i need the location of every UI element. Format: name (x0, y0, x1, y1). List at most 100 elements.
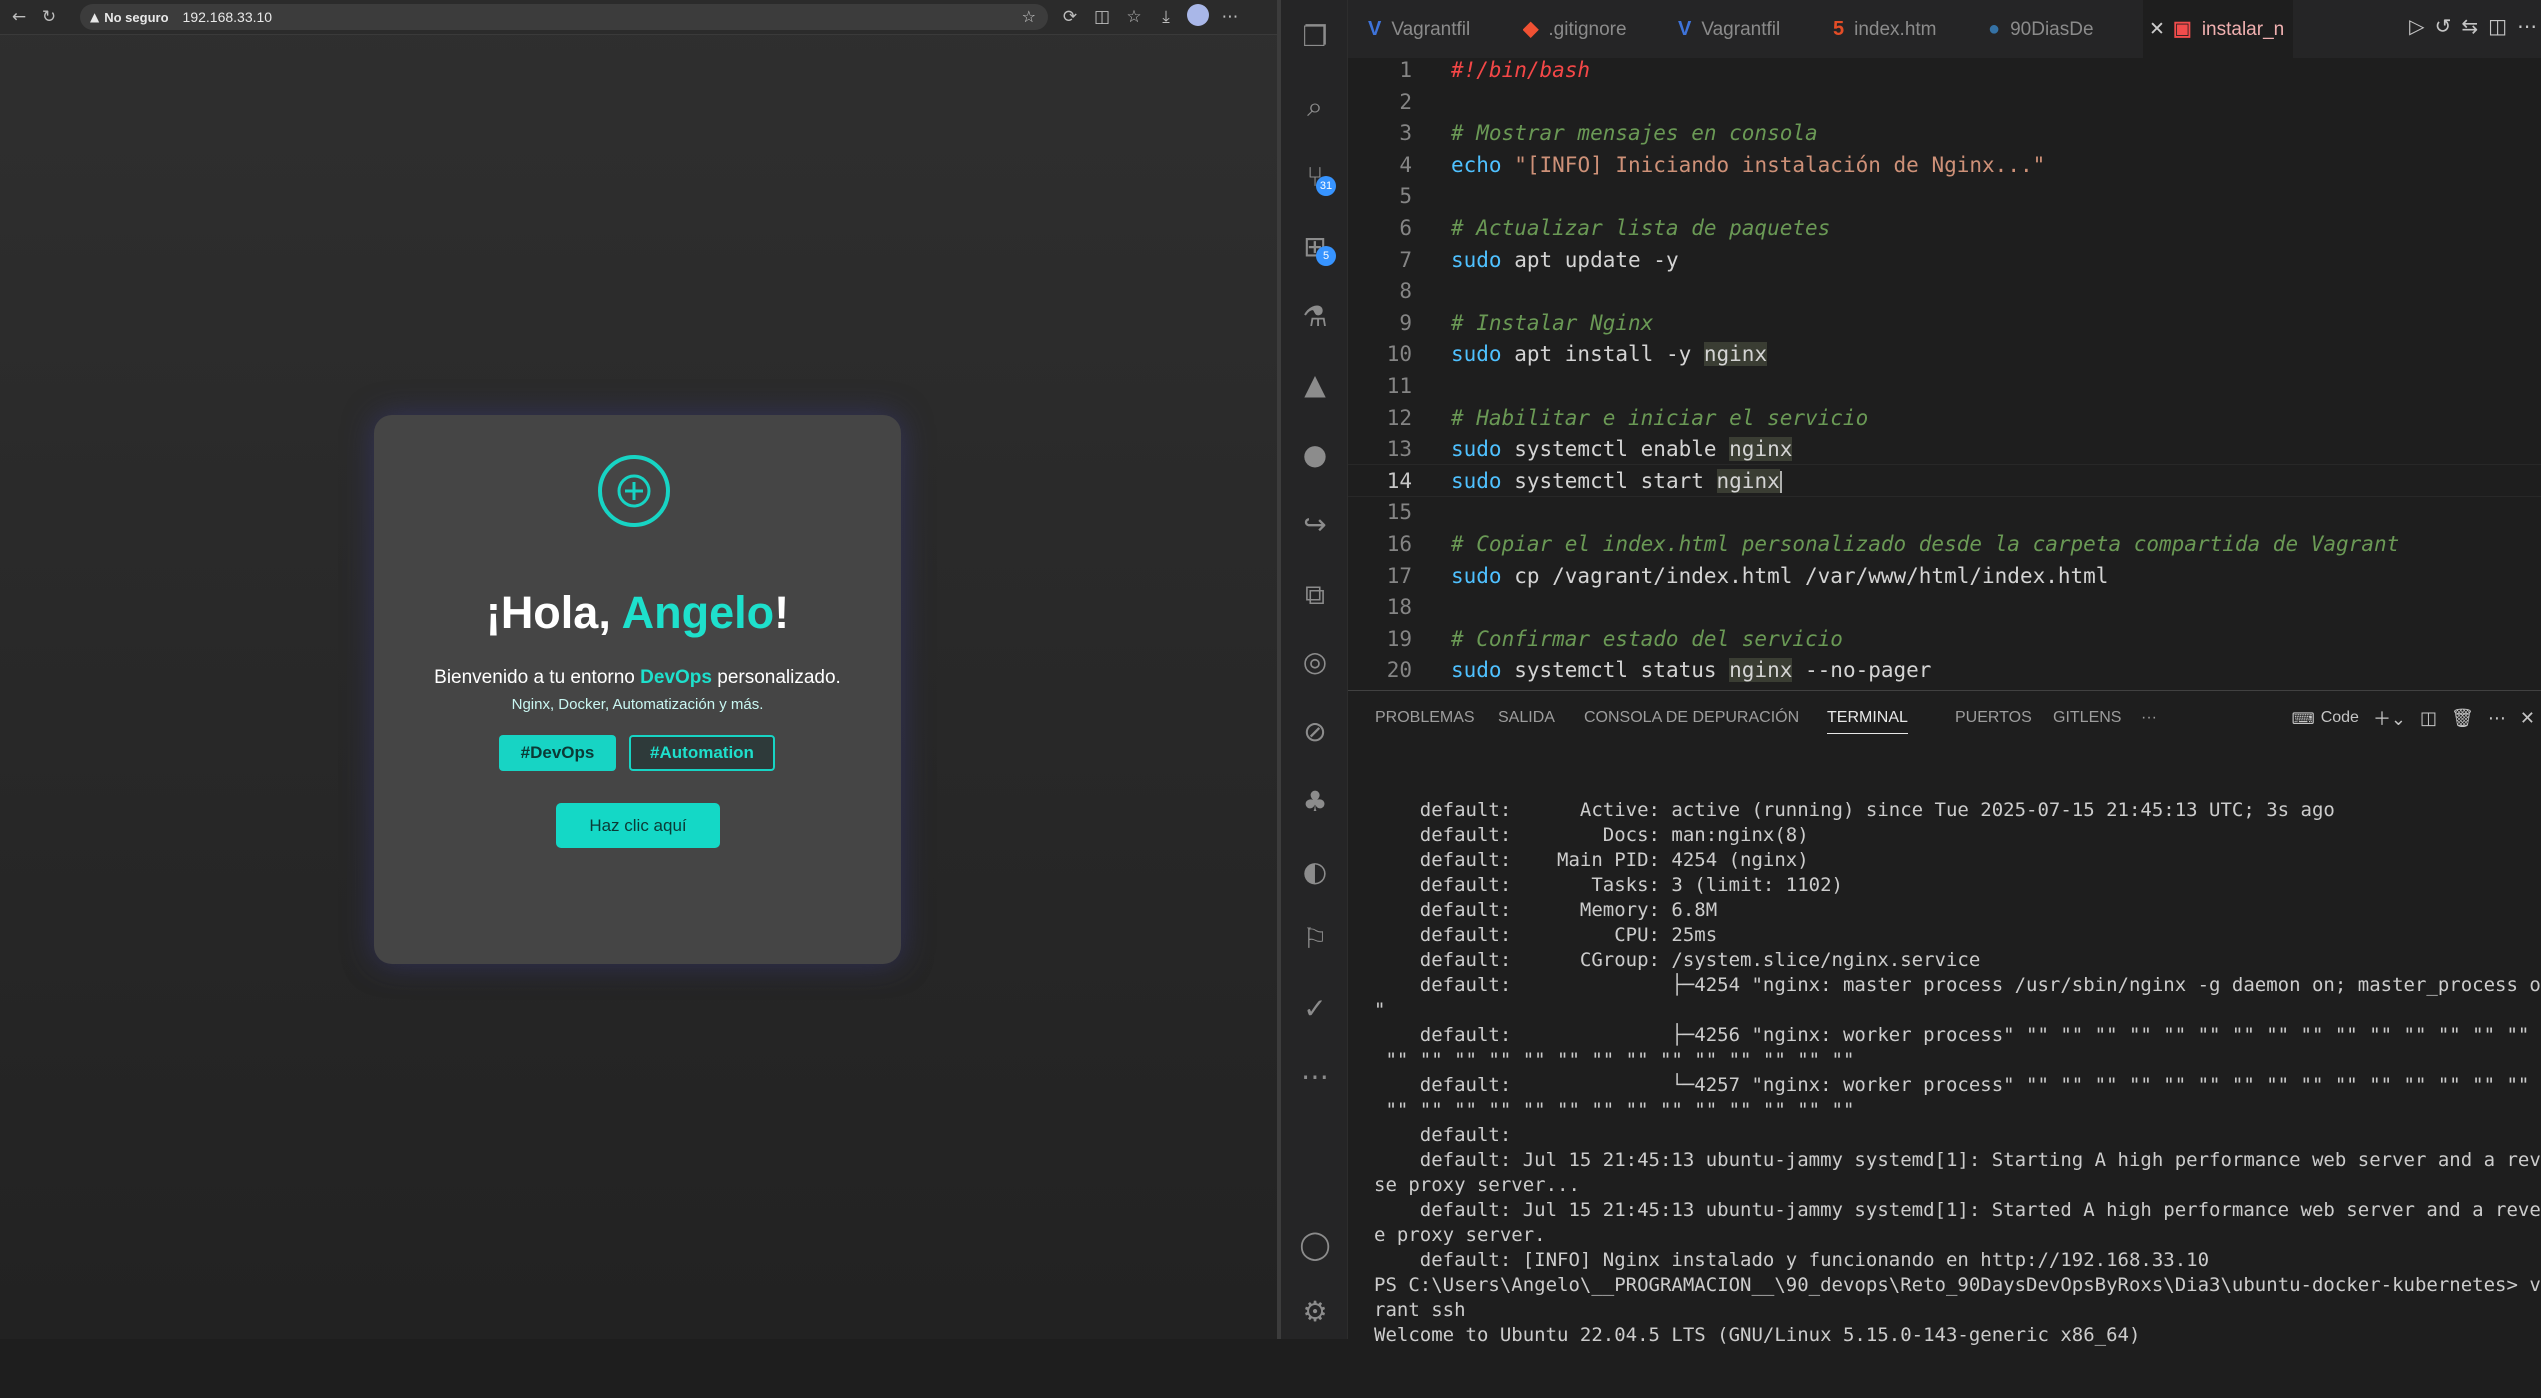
line-number: 1 (1399, 58, 1412, 82)
run-icon[interactable]: ▷ (2409, 14, 2424, 38)
line-number: 9 (1399, 310, 1412, 335)
tab-90diasde[interactable]: ● 90DiasDe (1988, 0, 2128, 58)
tab-problems[interactable]: PROBLEMAS (1375, 709, 1475, 727)
terminal-line: default: Docs: man:nginx(8) (1374, 824, 1809, 846)
angular-icon[interactable]: ▲ (1298, 368, 1332, 402)
profile-avatar[interactable] (1183, 3, 1213, 31)
code-line: sudo systemctl status nginx --no-pager (1451, 658, 1932, 683)
tab-instalar-nginx[interactable]: ✕ ▣ instalar_n (2143, 0, 2293, 58)
bookmark-star-icon[interactable]: ☆ (1022, 7, 1036, 26)
terminal-line: default: CGroup: /system.slice/nginx.ser… (1374, 949, 1981, 971)
git-graph-icon[interactable]: ◎ (1298, 645, 1332, 679)
terminal-line: default: [INFO] Nginx instalado y funcio… (1374, 1249, 2210, 1271)
bottom-panel: PROBLEMAS SALIDA CONSOLA DE DEPURACIÓN T… (1348, 690, 2541, 1346)
panel-more-actions-icon[interactable]: ⋯ (2488, 708, 2506, 729)
plus-circle-icon (598, 455, 670, 527)
more-views-icon[interactable]: ⋯ (1298, 1060, 1332, 1094)
github-icon[interactable]: ● (1298, 438, 1332, 472)
code-editor[interactable]: 1 2 3 4 5 6 7 8 9 10 11 12 13 14 15 16 1… (1348, 58, 2541, 690)
html5-icon: 5 (1833, 18, 1845, 40)
line-number: 13 (1386, 437, 1412, 462)
line-number: 2 (1399, 89, 1412, 114)
terminal-line: "" "" "" "" "" "" "" "" "" "" "" "" "" "… (1374, 1049, 1855, 1071)
line-number: 12 (1386, 405, 1412, 430)
editor-actions: ▷ ↺ ⇆ ◫ ⋯ (2409, 14, 2537, 38)
close-panel-icon[interactable]: ✕ (2520, 708, 2535, 729)
line-number: 16 (1386, 532, 1412, 556)
terminal-line: default: (1374, 1124, 1512, 1146)
close-tab-icon[interactable]: ✕ (2149, 18, 2165, 40)
security-label: No seguro (104, 9, 169, 25)
terminal-output[interactable]: default: Active: active (running) since … (1374, 773, 2541, 1398)
more-actions-icon[interactable]: ⋯ (2517, 14, 2537, 38)
more-menu-icon[interactable]: ⋯ (1215, 7, 1245, 27)
accounts-icon[interactable]: ◯ (1298, 1228, 1332, 1262)
line-number: 8 (1399, 279, 1412, 304)
url-text[interactable]: 192.168.33.10 (183, 9, 273, 25)
tab-vagrantfile-1[interactable]: V Vagrantfil (1368, 0, 1508, 58)
gitlens-icon[interactable]: ◐ (1298, 855, 1332, 889)
tab-index-html[interactable]: 5 index.htm (1833, 0, 1973, 58)
tab-vagrantfile-2[interactable]: V Vagrantfil (1678, 0, 1818, 58)
terminal-line: default: CPU: 25ms (1374, 924, 1718, 946)
tag-devops: #DevOps (499, 735, 616, 771)
code-line: #!/bin/bash (1451, 58, 1591, 82)
bookmarks-icon[interactable]: ⚐ (1298, 922, 1332, 956)
tab-terminal[interactable]: TERMINAL (1827, 709, 1908, 734)
extensions-icon[interactable]: ⊞ 5 (1298, 230, 1336, 266)
line-number: 20 (1386, 658, 1412, 683)
code-line: sudo systemctl enable nginx (1451, 437, 1793, 462)
code-line: sudo apt update -y (1451, 247, 1679, 272)
browser-extensions: ⟳ ◫ ☆ ⤓ ⋯ (1055, 0, 1245, 34)
tab-debug-console[interactable]: CONSOLA DE DEPURACIÓN (1584, 709, 1799, 727)
tab-gitlens[interactable]: GITLENS (2053, 709, 2121, 727)
tab-ports[interactable]: PUERTOS (1955, 709, 2032, 727)
kill-terminal-icon[interactable]: 🗑 (2451, 708, 2474, 729)
download-icon[interactable]: ⤓ (1151, 7, 1181, 27)
user-name: Angelo (621, 587, 775, 638)
click-here-button[interactable]: Haz clic aquí (556, 803, 720, 848)
remote-explorer-icon[interactable]: ↪ (1298, 508, 1332, 542)
terminal-profile[interactable]: ⌨ Code (2292, 709, 2359, 728)
tree-icon[interactable]: ✓ (1298, 992, 1332, 1026)
containers-icon[interactable]: ⧉ (1298, 578, 1332, 612)
devops-highlight: DevOps (640, 667, 712, 688)
favorites-icon[interactable]: ☆ (1119, 7, 1149, 27)
split-screen-icon[interactable]: ◫ (1087, 7, 1117, 27)
run-debug-icon[interactable]: ⊘ (1298, 715, 1332, 749)
split-terminal-icon[interactable]: ◫ (2420, 708, 2437, 729)
search-icon[interactable]: ⌕ (1298, 90, 1332, 124)
security-indicator[interactable]: ▲ No seguro (90, 10, 169, 25)
terminal-line: e proxy server. (1374, 1224, 1546, 1246)
reload-icon[interactable]: ↻ (34, 7, 64, 27)
terminal-line: Welcome to Ubuntu 22.04.5 LTS (GNU/Linux… (1374, 1324, 2141, 1346)
terminal-line: default: Jul 15 21:45:13 ubuntu-jammy sy… (1374, 1199, 2541, 1221)
back-icon[interactable]: ← (4, 7, 34, 27)
code-line: # Actualizar lista de paquetes (1451, 216, 1831, 240)
testing-flask-icon[interactable]: ⚗ (1298, 300, 1332, 334)
line-number: 11 (1386, 374, 1412, 398)
extensions-badge: 5 (1316, 246, 1336, 266)
terminal-line: default: Main PID: 4254 (nginx) (1374, 849, 1809, 871)
panel-more-icon[interactable]: ··· (2141, 709, 2157, 727)
extension-icon[interactable]: ⟳ (1055, 7, 1085, 27)
timeline-icon[interactable]: ↺ (2435, 14, 2452, 38)
panel-actions: ⌨ Code ＋⌄ ◫ 🗑 ⋯ ✕ (2292, 705, 2535, 731)
new-terminal-icon[interactable]: ＋⌄ (2373, 705, 2406, 731)
tab-output[interactable]: SALIDA (1498, 709, 1555, 727)
settings-gear-icon[interactable]: ⚙ (1298, 1295, 1332, 1329)
address-bar[interactable]: ▲ No seguro 192.168.33.10 ☆ (80, 4, 1048, 30)
compare-icon[interactable]: ⇆ (2461, 14, 2478, 38)
explorer-icon[interactable]: ❐ (1298, 20, 1332, 54)
terminal-line: default: Jul 15 21:45:13 ubuntu-jammy sy… (1374, 1149, 2541, 1171)
tech-subtext: Nginx, Docker, Automatización y más. (511, 696, 764, 713)
source-control-icon[interactable]: ⑂ 31 (1298, 160, 1336, 196)
terminal-line: default: ├─4256 "nginx: worker process" … (1374, 1024, 2541, 1046)
python-icon[interactable]: ♣ (1298, 785, 1332, 819)
split-editor-icon[interactable]: ◫ (2488, 14, 2507, 38)
tab-gitignore[interactable]: ◆ .gitignore (1523, 0, 1663, 58)
code-line: # Habilitar e iniciar el servicio (1451, 405, 1869, 430)
terminal-line: default: Active: active (running) since … (1374, 799, 2335, 821)
terminal-line: " (1374, 999, 1386, 1021)
terminal-line: default: ├─4254 "nginx: master process /… (1374, 974, 2541, 996)
